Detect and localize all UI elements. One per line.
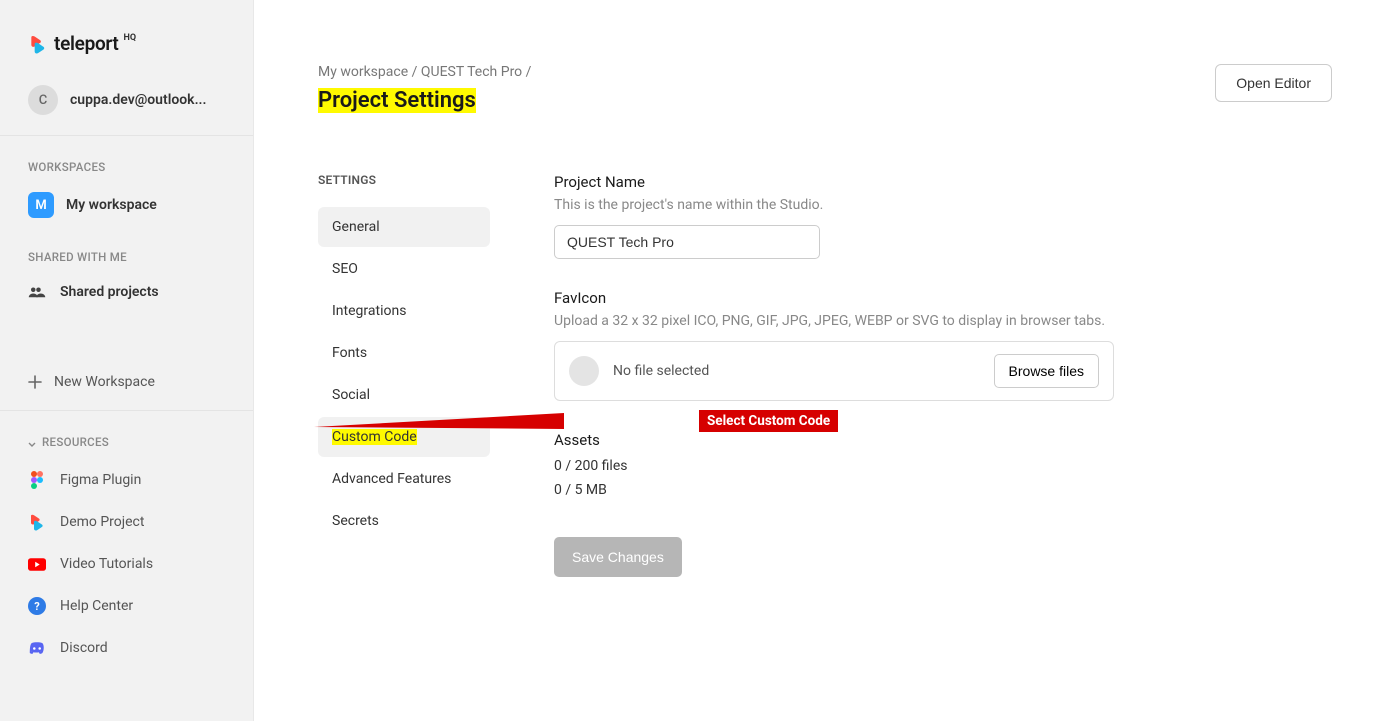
- resources-label: RESOURCES: [42, 435, 109, 449]
- shared-label: SHARED WITH ME: [0, 226, 253, 274]
- tab-social[interactable]: Social: [318, 375, 490, 415]
- sidebar: teleport HQ C cuppa.dev@outlook... WORKS…: [0, 0, 254, 721]
- workspace-badge: M: [28, 192, 54, 218]
- breadcrumb-project[interactable]: QUEST Tech Pro: [421, 64, 522, 80]
- resource-label: Discord: [60, 640, 108, 656]
- assets-files: 0 / 200 files: [554, 455, 1114, 479]
- settings-nav: SETTINGS General SEO Integrations Fonts …: [318, 173, 490, 577]
- workspaces-label: WORKSPACES: [0, 136, 253, 184]
- breadcrumb[interactable]: My workspace / QUEST Tech Pro /: [318, 64, 531, 80]
- favicon-label: FavIcon: [554, 289, 1114, 307]
- annotation-label: Select Custom Code: [699, 410, 838, 432]
- resource-label: Video Tutorials: [60, 556, 153, 572]
- tab-integrations[interactable]: Integrations: [318, 291, 490, 331]
- field-project-name: Project Name This is the project's name …: [554, 173, 1114, 259]
- page-header: My workspace / QUEST Tech Pro / Project …: [318, 64, 1332, 113]
- favicon-status: No file selected: [613, 363, 709, 379]
- settings-form: Project Name This is the project's name …: [554, 173, 1114, 577]
- avatar: C: [28, 85, 58, 115]
- resources-toggle[interactable]: RESOURCES: [0, 411, 253, 459]
- field-favicon: FavIcon Upload a 32 x 32 pixel ICO, PNG,…: [554, 289, 1114, 401]
- sidebar-item-my-workspace[interactable]: M My workspace: [0, 184, 253, 226]
- tab-general[interactable]: General: [318, 207, 490, 247]
- tab-fonts[interactable]: Fonts: [318, 333, 490, 373]
- tab-custom-code[interactable]: Custom Code: [318, 417, 490, 457]
- teleport-small-icon: [28, 513, 46, 531]
- resource-label: Help Center: [60, 598, 133, 614]
- settings-nav-heading: SETTINGS: [318, 173, 490, 187]
- people-icon: [28, 285, 46, 299]
- sidebar-item-shared-projects[interactable]: Shared projects: [0, 274, 253, 310]
- new-workspace-label: New Workspace: [54, 374, 155, 390]
- favicon-desc: Upload a 32 x 32 pixel ICO, PNG, GIF, JP…: [554, 313, 1114, 329]
- resource-video-tutorials[interactable]: Video Tutorials: [0, 543, 253, 585]
- youtube-icon: [28, 555, 46, 573]
- new-workspace-button[interactable]: New Workspace: [0, 350, 253, 411]
- project-name-input[interactable]: [554, 225, 820, 259]
- save-changes-button[interactable]: Save Changes: [554, 537, 682, 577]
- resource-help-center[interactable]: ? Help Center: [0, 585, 253, 627]
- workspace-name: My workspace: [66, 197, 157, 213]
- resource-figma-plugin[interactable]: Figma Plugin: [0, 459, 253, 501]
- field-assets: Assets 0 / 200 files 0 / 5 MB: [554, 431, 1114, 503]
- resource-discord[interactable]: Discord: [0, 627, 253, 669]
- figma-icon: [28, 471, 46, 489]
- tab-seo[interactable]: SEO: [318, 249, 490, 289]
- breadcrumb-workspace[interactable]: My workspace: [318, 64, 408, 80]
- favicon-upload-box: No file selected Browse files: [554, 341, 1114, 401]
- tab-advanced-features[interactable]: Advanced Features: [318, 459, 490, 499]
- page-title: Project Settings: [318, 88, 476, 113]
- resource-label: Demo Project: [60, 514, 144, 530]
- plus-icon: [28, 375, 42, 389]
- discord-icon: [28, 639, 46, 657]
- user-account[interactable]: C cuppa.dev@outlook...: [0, 75, 253, 136]
- resource-label: Figma Plugin: [60, 472, 141, 488]
- assets-size: 0 / 5 MB: [554, 479, 1114, 503]
- help-icon: ?: [28, 597, 46, 615]
- browse-files-button[interactable]: Browse files: [994, 354, 1099, 388]
- main-content: My workspace / QUEST Tech Pro / Project …: [254, 0, 1396, 721]
- resource-demo-project[interactable]: Demo Project: [0, 501, 253, 543]
- user-email: cuppa.dev@outlook...: [70, 92, 207, 108]
- svg-text:?: ?: [34, 600, 40, 613]
- assets-label: Assets: [554, 431, 1114, 449]
- favicon-placeholder-icon: [569, 356, 599, 386]
- open-editor-button[interactable]: Open Editor: [1215, 64, 1332, 102]
- project-name-desc: This is the project's name within the St…: [554, 197, 1114, 213]
- caret-down-icon: [28, 438, 36, 446]
- brand-logo[interactable]: teleport HQ: [0, 0, 253, 75]
- tab-secrets[interactable]: Secrets: [318, 501, 490, 541]
- shared-projects-label: Shared projects: [60, 284, 159, 300]
- project-name-label: Project Name: [554, 173, 1114, 191]
- teleport-logo-icon: [28, 34, 48, 54]
- brand-suffix: HQ: [124, 33, 137, 43]
- brand-name: teleport: [54, 32, 119, 55]
